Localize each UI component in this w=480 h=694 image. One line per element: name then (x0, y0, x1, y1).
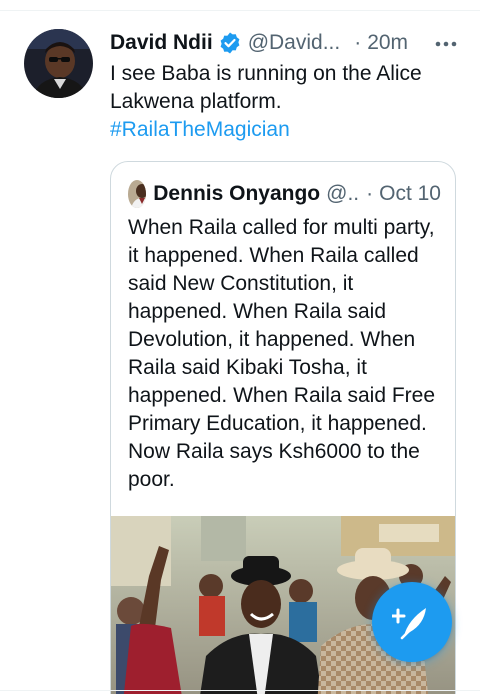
author-avatar[interactable] (24, 29, 93, 98)
compose-tweet-button[interactable] (372, 582, 452, 662)
header-separator: · (354, 31, 362, 54)
hashtag-link[interactable]: #RailaTheMagician (110, 116, 460, 144)
compose-tweet-icon (392, 608, 426, 640)
quoted-author-avatar (128, 180, 147, 208)
quoted-tweet-text: When Raila called for multi party, it ha… (128, 216, 436, 491)
quoted-tweet-timestamp[interactable]: Oct 10 (379, 182, 441, 206)
tweet-page: David Ndii @David... · 20m I see Baba is… (0, 0, 480, 694)
author-name[interactable]: David Ndii (110, 31, 213, 55)
tweet-body: I see Baba is running on the Alice Lakwe… (110, 60, 460, 144)
quoted-author-handle[interactable]: @.. (326, 182, 359, 206)
tweet-timestamp[interactable]: 20m (367, 31, 408, 55)
more-options-icon[interactable] (434, 33, 458, 55)
verified-badge-icon (218, 31, 242, 55)
top-divider (0, 10, 480, 11)
quoted-header-separator: · (366, 182, 374, 205)
tweet-header: David Ndii @David... · 20m (110, 29, 458, 57)
tweet-text: I see Baba is running on the Alice Lakwe… (110, 62, 422, 113)
author-handle[interactable]: @David... (248, 31, 341, 55)
quoted-author-name[interactable]: Dennis Onyango (153, 182, 320, 206)
quoted-tweet-header: Dennis Onyango @.. · Oct 10 (128, 180, 441, 208)
author-avatar-image (24, 29, 93, 98)
bottom-divider (0, 690, 480, 691)
